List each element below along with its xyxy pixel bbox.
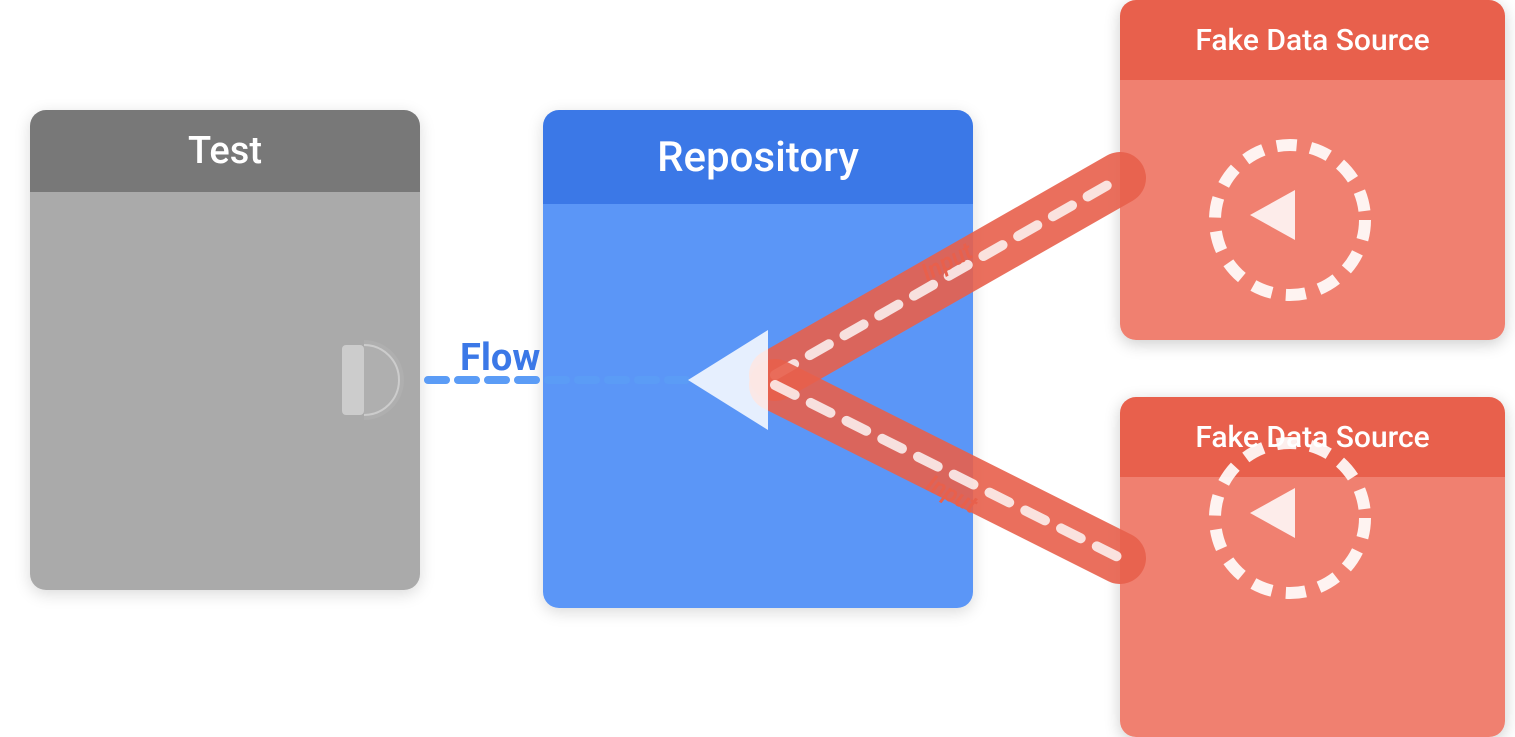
repository-block-title: Repository (657, 133, 859, 182)
fake-data-source-bottom: Fake Data Source (1120, 397, 1505, 737)
repository-block-body (543, 204, 973, 608)
test-block-body (30, 192, 420, 590)
test-block: Test (30, 110, 420, 590)
repository-block-header: Repository (543, 110, 973, 204)
flow-label: Flow (460, 336, 540, 380)
test-block-header: Test (30, 110, 420, 192)
diagram-container: Test Repository Fake Data Source Fake Da… (0, 0, 1515, 737)
test-block-title: Test (188, 129, 262, 173)
fake-data-source-top: Fake Data Source (1120, 0, 1505, 340)
fake-data-source-top-header: Fake Data Source (1120, 0, 1505, 80)
fake-data-source-bottom-title: Fake Data Source (1195, 420, 1429, 455)
fake-data-source-bottom-header: Fake Data Source (1120, 397, 1505, 477)
fake-data-source-top-title: Fake Data Source (1195, 23, 1429, 58)
repository-block: Repository (543, 110, 973, 608)
fake-data-source-bottom-body (1120, 477, 1505, 737)
fake-data-source-top-body (1120, 80, 1505, 340)
